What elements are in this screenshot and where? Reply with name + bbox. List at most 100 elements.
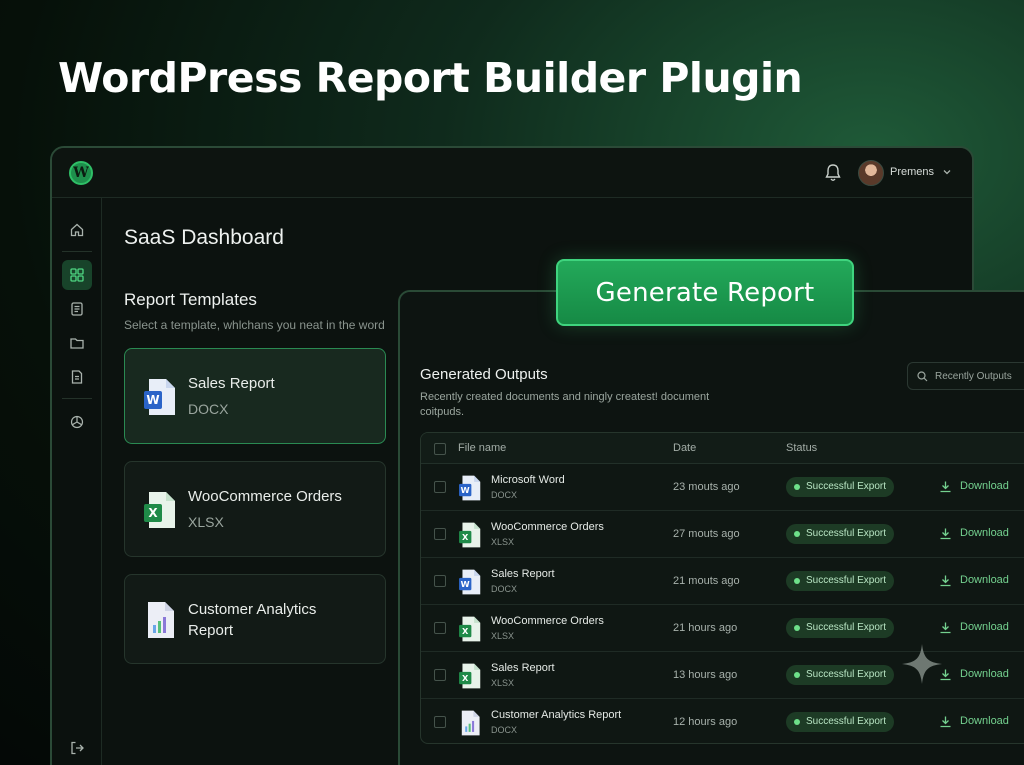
folder-icon — [70, 338, 84, 349]
column-header-file[interactable]: File name — [458, 442, 506, 454]
outputs-search[interactable] — [907, 362, 1024, 390]
sidebar-item-folders[interactable] — [62, 328, 92, 358]
search-input[interactable] — [935, 368, 1024, 385]
row-checkbox[interactable] — [434, 481, 446, 493]
file-text-icon — [71, 370, 83, 384]
status-label: Successful Export — [806, 575, 887, 586]
status-label: Successful Export — [806, 716, 887, 727]
sidebar-item-home[interactable] — [62, 215, 92, 245]
status-badge: Successful Export — [786, 477, 895, 497]
word-file-icon: W — [144, 379, 175, 415]
download-icon — [940, 622, 951, 634]
outputs-table: File name Date Status W Microsoft Word DOC… — [420, 432, 1024, 744]
row-checkbox[interactable] — [434, 669, 446, 681]
column-header-status[interactable]: Status — [786, 442, 817, 454]
row-date: 27 mouts ago — [673, 528, 740, 540]
download-icon — [940, 481, 951, 493]
sidebar-divider — [62, 251, 92, 252]
status-label: Successful Export — [806, 622, 887, 633]
chevron-down-icon[interactable] — [942, 167, 952, 177]
row-file-name: WooCommerce Orders — [491, 615, 604, 627]
word-file-icon: W — [459, 475, 481, 501]
row-checkbox[interactable] — [434, 716, 446, 728]
download-label: Download — [960, 668, 1009, 680]
templates-subtitle: Select a template, whlchans you neat in … — [124, 318, 385, 332]
sparkle-icon — [902, 644, 942, 684]
row-date: 21 mouts ago — [673, 575, 740, 587]
row-file-type: XLSX — [491, 631, 515, 641]
status-dot — [794, 672, 800, 678]
template-card-sales-report[interactable]: W Sales Report DOCX — [124, 348, 386, 444]
search-icon — [917, 371, 928, 382]
topbar: W Premens — [52, 148, 972, 198]
status-badge: Successful Export — [786, 712, 895, 732]
analytics-file-icon — [148, 602, 174, 638]
sidebar-item-integrations[interactable] — [62, 407, 92, 437]
sidebar-divider — [62, 398, 92, 399]
row-file-type: DOCX — [491, 490, 518, 500]
excel-file-icon: X — [459, 663, 481, 689]
table-row[interactable]: X WooCommerce Orders XLSX 27 mouts ago Succe… — [421, 511, 1024, 558]
template-card-woocommerce-orders[interactable]: X WooCommerce Orders XLSX — [124, 461, 386, 557]
logout-icon — [71, 741, 84, 755]
bell-icon[interactable] — [824, 163, 842, 183]
generate-report-button[interactable]: Generate Report — [556, 259, 854, 326]
excel-file-icon: X — [144, 492, 175, 528]
sidebar-item-logout[interactable] — [62, 733, 92, 763]
sidebar-item-dashboard[interactable] — [62, 260, 92, 290]
sidebar-item-documents[interactable] — [62, 294, 92, 324]
grid-icon — [70, 268, 84, 282]
row-file-name: Microsoft Word — [491, 474, 565, 486]
row-date: 13 hours ago — [673, 669, 738, 681]
status-badge: Successful Export — [786, 618, 895, 638]
row-date: 12 hours ago — [673, 716, 738, 728]
sidebar-item-reports[interactable] — [62, 362, 92, 392]
status-dot — [794, 625, 800, 631]
status-dot — [794, 531, 800, 537]
word-file-icon: W — [459, 569, 481, 595]
svg-text:X: X — [462, 532, 469, 542]
row-file-type: DOCX — [491, 584, 518, 594]
status-badge: Successful Export — [786, 571, 895, 591]
status-dot — [794, 719, 800, 725]
wordpress-logo-icon[interactable]: W — [69, 161, 93, 185]
download-icon — [940, 716, 951, 728]
status-badge: Successful Export — [786, 524, 895, 544]
excel-file-icon: X — [459, 616, 481, 642]
page-title: SaaS Dashboard — [124, 226, 284, 249]
table-row[interactable]: W Sales Report DOCX 21 mouts ago Successful … — [421, 558, 1024, 605]
download-label: Download — [960, 527, 1009, 539]
user-name[interactable]: Premens — [890, 166, 934, 178]
table-row[interactable]: Customer Analytics Report DOCX 12 hours ag… — [421, 699, 1024, 743]
row-checkbox[interactable] — [434, 575, 446, 587]
select-all-checkbox[interactable] — [434, 443, 446, 455]
download-label: Download — [960, 715, 1009, 727]
generated-outputs-panel: Generated Outputs Recently created docum… — [398, 290, 1024, 765]
row-file-type: XLSX — [491, 537, 515, 547]
avatar[interactable] — [858, 160, 884, 186]
template-type: XLSX — [188, 514, 224, 530]
hero-title: WordPress Report Builder Plugin — [58, 54, 803, 102]
status-dot — [794, 578, 800, 584]
row-checkbox[interactable] — [434, 622, 446, 634]
download-label: Download — [960, 574, 1009, 586]
status-label: Successful Export — [806, 481, 887, 492]
row-date: 21 hours ago — [673, 622, 738, 634]
download-label: Download — [960, 480, 1009, 492]
svg-text:W: W — [461, 485, 470, 495]
template-name: Sales Report — [188, 375, 275, 392]
row-file-name: Sales Report — [491, 662, 555, 674]
template-name: WooCommerce Orders — [188, 488, 342, 505]
column-header-date[interactable]: Date — [673, 442, 696, 454]
excel-file-icon: X — [459, 522, 481, 548]
home-icon — [70, 223, 84, 237]
template-card-customer-analytics[interactable]: Customer Analytics Report — [124, 574, 386, 664]
row-file-type: DOCX — [491, 725, 518, 735]
openai-icon — [70, 415, 84, 429]
svg-text:X: X — [148, 506, 158, 520]
row-checkbox[interactable] — [434, 528, 446, 540]
row-date: 23 mouts ago — [673, 481, 740, 493]
svg-text:X: X — [462, 673, 469, 683]
table-row[interactable]: W Microsoft Word DOCX 23 mouts ago Successfu… — [421, 464, 1024, 511]
outputs-title: Generated Outputs — [420, 366, 548, 383]
